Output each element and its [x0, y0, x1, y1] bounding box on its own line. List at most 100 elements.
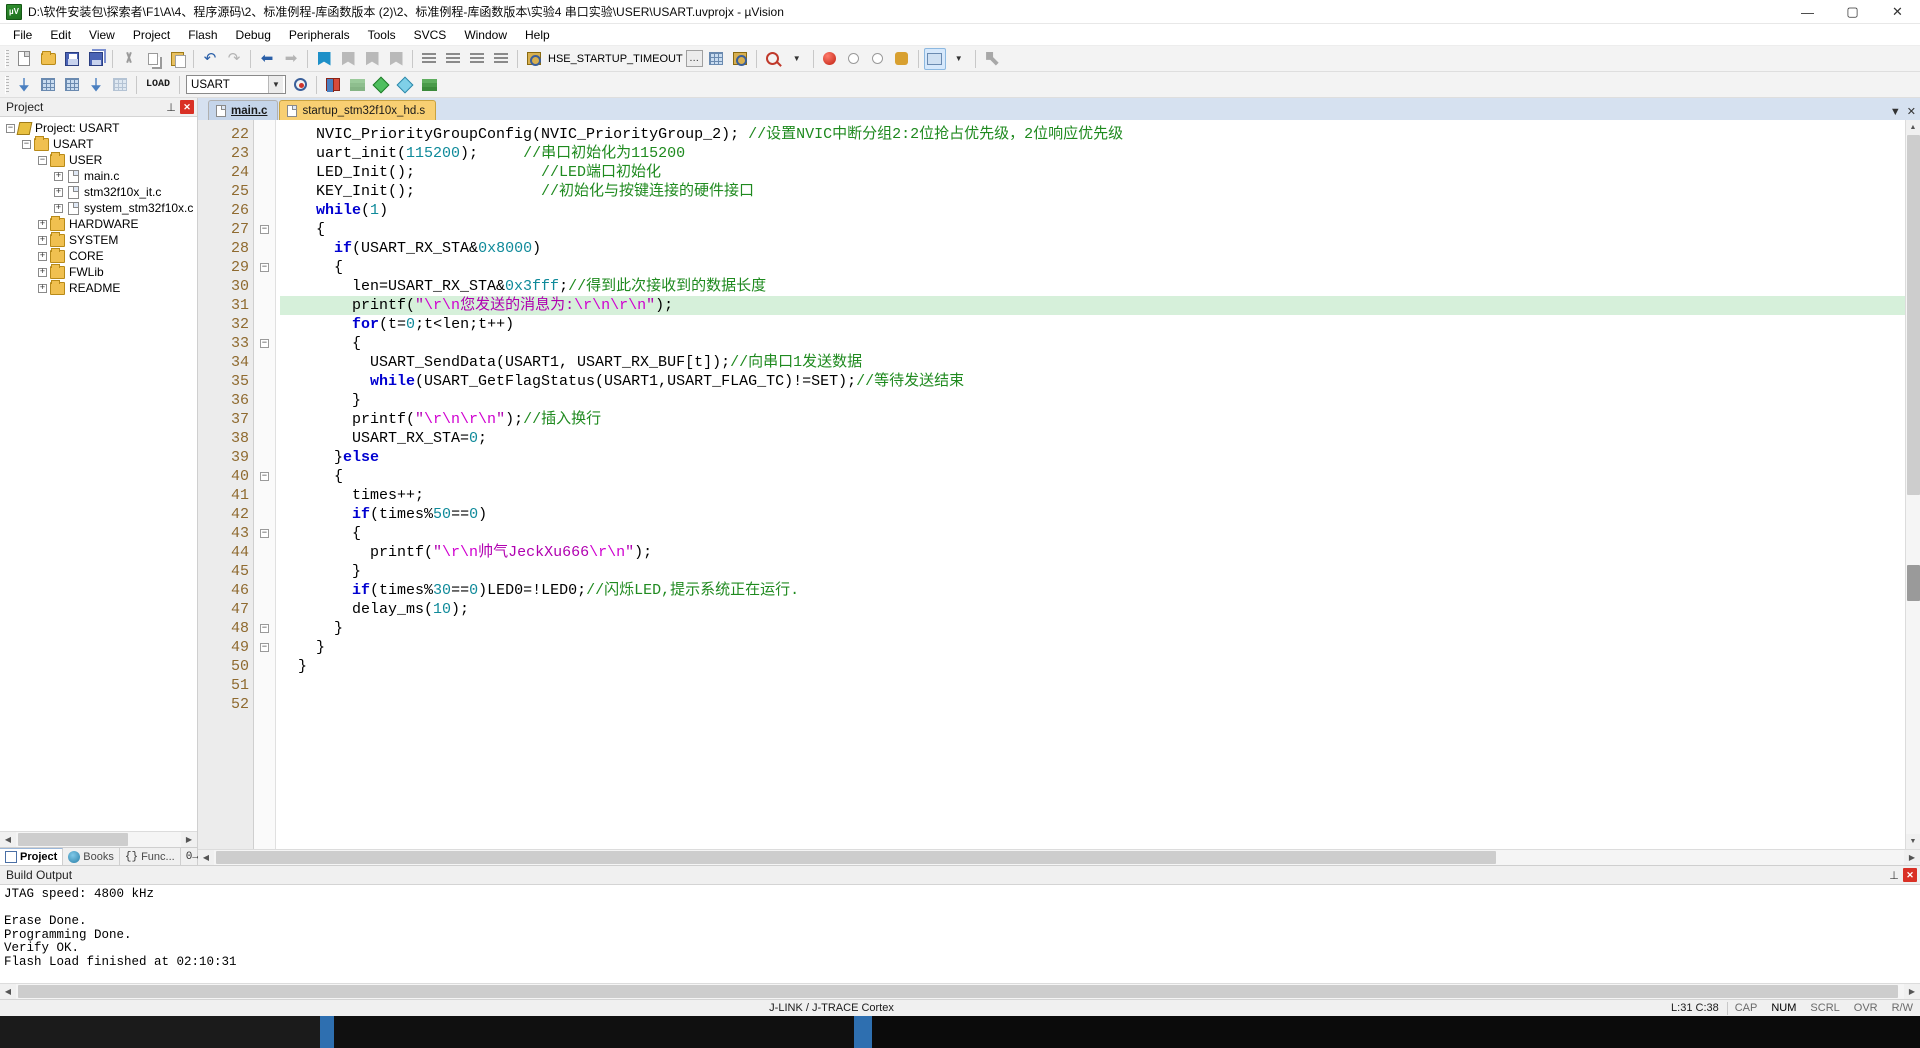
code-line[interactable]: }else — [280, 448, 1905, 467]
menu-debug[interactable]: Debug — [227, 26, 280, 44]
tree-item-core[interactable]: +CORE — [0, 248, 197, 264]
build-output-hscrollbar[interactable]: ◀ ▶ — [0, 983, 1920, 999]
chevron-down-icon[interactable]: ▼ — [1890, 106, 1901, 118]
expander-icon[interactable]: + — [38, 236, 47, 245]
debug-session-button[interactable] — [762, 48, 784, 70]
code-line[interactable]: printf("\r\n帅气JeckXu666\r\n"); — [280, 543, 1905, 562]
disable-all-breakpoints-button[interactable] — [867, 48, 889, 70]
taskbar-active-indicator[interactable] — [320, 1016, 334, 1048]
indent-button[interactable] — [418, 48, 440, 70]
pin-icon[interactable]: ⊥ — [164, 100, 178, 114]
clear-bookmarks-button[interactable] — [385, 48, 407, 70]
undo-button[interactable]: ↶ — [199, 48, 221, 70]
debug-dropdown-button[interactable]: ▼ — [786, 48, 808, 70]
fold-toggle-icon[interactable]: − — [260, 529, 269, 538]
hscroll-thumb[interactable] — [216, 851, 1496, 864]
code-line[interactable]: if(times%50==0) — [280, 505, 1905, 524]
editor-vscrollbar[interactable]: ▲ ▼ — [1905, 120, 1920, 849]
menu-tools[interactable]: Tools — [359, 26, 405, 44]
tree-item-system[interactable]: +SYSTEM — [0, 232, 197, 248]
tab-functions[interactable]: {}Func... — [120, 848, 181, 865]
taskbar-segment[interactable] — [0, 1016, 320, 1048]
fold-toggle-icon[interactable]: − — [260, 339, 269, 348]
taskbar-active-indicator[interactable] — [854, 1016, 872, 1048]
scroll-left-icon[interactable]: ◀ — [0, 832, 16, 847]
next-bookmark-button[interactable] — [361, 48, 383, 70]
vscroll-thumb-secondary[interactable] — [1907, 565, 1920, 601]
fold-cell[interactable]: − — [254, 638, 275, 657]
expander-icon[interactable]: + — [54, 204, 63, 213]
code-line[interactable]: } — [280, 391, 1905, 410]
menu-project[interactable]: Project — [124, 26, 179, 44]
scroll-left-icon[interactable]: ◀ — [198, 850, 214, 865]
tree-item-main-c[interactable]: +main.c — [0, 168, 197, 184]
code-line[interactable]: { — [280, 220, 1905, 239]
hscroll-track[interactable] — [16, 832, 181, 847]
taskbar-segment[interactable] — [334, 1016, 854, 1048]
incremental-find-button[interactable] — [705, 48, 727, 70]
editor-tab-main-c[interactable]: main.c — [208, 100, 278, 120]
cut-button[interactable] — [118, 48, 140, 70]
tab-project[interactable]: Project — [0, 848, 63, 865]
pack-installer-button[interactable] — [370, 74, 392, 96]
hscroll-thumb[interactable] — [18, 985, 1898, 998]
menu-view[interactable]: View — [80, 26, 124, 44]
pin-icon[interactable]: ⊥ — [1887, 868, 1901, 882]
code-line[interactable]: NVIC_PriorityGroupConfig(NVIC_PriorityGr… — [280, 125, 1905, 144]
code-line[interactable]: delay_ms(10); — [280, 600, 1905, 619]
code-text[interactable]: NVIC_PriorityGroupConfig(NVIC_PriorityGr… — [276, 120, 1905, 849]
taskbar-segment[interactable] — [872, 1016, 1920, 1048]
outdent-button[interactable] — [442, 48, 464, 70]
fold-cell[interactable]: − — [254, 220, 275, 239]
code-line[interactable]: while(1) — [280, 201, 1905, 220]
code-line[interactable]: printf("\r\n\r\n");//插入换行 — [280, 410, 1905, 429]
tree-item-project-usart[interactable]: −Project: USART — [0, 120, 197, 136]
chevron-down-icon[interactable]: ▼ — [268, 76, 283, 93]
tree-item-system-stm32f10x-c[interactable]: +system_stm32f10x.c — [0, 200, 197, 216]
manage-windows-button[interactable] — [924, 48, 946, 70]
code-line[interactable] — [280, 695, 1905, 714]
menu-peripherals[interactable]: Peripherals — [280, 26, 359, 44]
translate-button[interactable] — [13, 74, 35, 96]
close-icon[interactable]: ✕ — [1903, 868, 1917, 882]
code-line[interactable]: printf("\r\n您发送的消息为:\r\n\r\n"); — [280, 296, 1905, 315]
close-icon[interactable]: ✕ — [180, 100, 194, 114]
code-folding-column[interactable]: −−−−−−− — [254, 120, 276, 849]
save-button[interactable] — [61, 48, 83, 70]
comment-button[interactable] — [466, 48, 488, 70]
scroll-up-icon[interactable]: ▲ — [1906, 120, 1920, 135]
insert-breakpoint-button[interactable] — [819, 48, 841, 70]
toolbar-grip[interactable] — [5, 50, 9, 68]
download-button[interactable]: LOAD — [141, 77, 175, 92]
copy-button[interactable] — [142, 48, 164, 70]
close-icon[interactable]: ✕ — [1875, 0, 1920, 24]
batch-build-button[interactable] — [85, 74, 107, 96]
kill-all-breakpoints-button[interactable] — [891, 48, 913, 70]
code-line[interactable]: for(t=0;t<len;t++) — [280, 315, 1905, 334]
navigate-forward-button[interactable]: ➡ — [280, 48, 302, 70]
expander-icon[interactable]: − — [6, 124, 15, 133]
paste-button[interactable] — [166, 48, 188, 70]
scroll-right-icon[interactable]: ▶ — [1904, 850, 1920, 865]
expander-icon[interactable]: + — [38, 284, 47, 293]
hscroll-thumb[interactable] — [18, 833, 128, 846]
tree-item-user-group[interactable]: −USER — [0, 152, 197, 168]
find-in-files-button[interactable] — [523, 48, 545, 70]
code-line[interactable]: while(USART_GetFlagStatus(USART1,USART_F… — [280, 372, 1905, 391]
code-line[interactable]: KEY_Init(); //初始化与按键连接的硬件接口 — [280, 182, 1905, 201]
code-line[interactable]: uart_init(115200); //串口初始化为115200 — [280, 144, 1905, 163]
scroll-left-icon[interactable]: ◀ — [0, 984, 16, 999]
code-line[interactable]: { — [280, 467, 1905, 486]
code-line[interactable] — [280, 676, 1905, 695]
code-editor[interactable]: 2223242526272829303132333435363738394041… — [198, 120, 1905, 849]
prev-bookmark-button[interactable] — [337, 48, 359, 70]
expander-icon[interactable]: − — [38, 156, 47, 165]
menu-flash[interactable]: Flash — [179, 26, 226, 44]
code-line[interactable]: } — [280, 562, 1905, 581]
find-button[interactable] — [729, 48, 751, 70]
fold-cell[interactable]: − — [254, 467, 275, 486]
menu-help[interactable]: Help — [516, 26, 559, 44]
expander-icon[interactable]: − — [22, 140, 31, 149]
code-line[interactable]: } — [280, 638, 1905, 657]
build-output-body[interactable]: JTAG speed: 4800 kHz Erase Done.Programm… — [0, 885, 1920, 983]
